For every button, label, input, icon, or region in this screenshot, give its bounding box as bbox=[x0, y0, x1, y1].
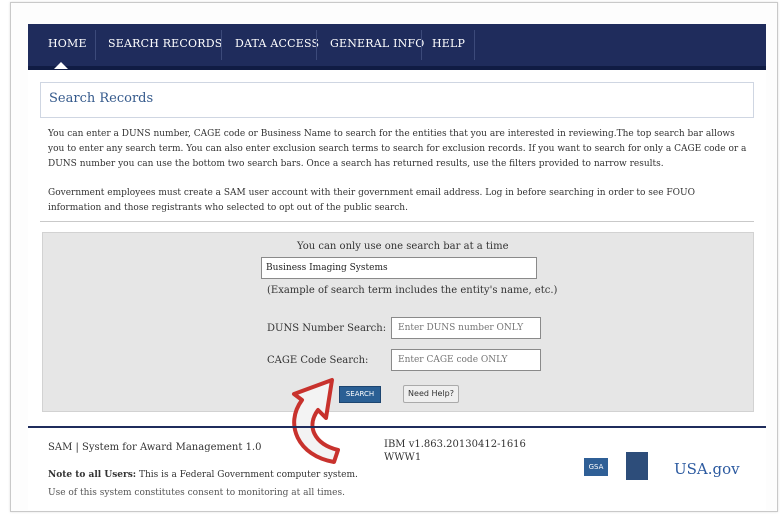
duns-search-input[interactable] bbox=[391, 317, 541, 339]
search-example-hint: (Example of search term includes the ent… bbox=[267, 285, 558, 296]
nav-help[interactable]: HELP bbox=[432, 37, 465, 55]
server-line: WWW1 bbox=[384, 452, 422, 463]
duns-label: DUNS Number Search: bbox=[267, 323, 387, 334]
usa-gov-logo-icon[interactable]: USA.gov bbox=[674, 460, 740, 478]
one-search-bar-note: You can only use one search bar at a tim… bbox=[297, 241, 509, 252]
footer-divider bbox=[28, 426, 766, 428]
section-divider bbox=[40, 221, 754, 222]
search-input[interactable] bbox=[261, 257, 537, 279]
user-notice-label: Note to all Users: bbox=[48, 470, 137, 480]
page-title: Search Records bbox=[49, 91, 154, 106]
nav-home[interactable]: HOME bbox=[48, 37, 87, 55]
nav-divider bbox=[221, 30, 222, 60]
nav-general-info[interactable]: GENERAL INFO bbox=[330, 37, 425, 55]
government-notice: Government employees must create a SAM u… bbox=[48, 188, 695, 213]
callout-arrow-icon bbox=[292, 378, 340, 464]
build-version: IBM v1.863.20130412-1616 WWW1 bbox=[384, 438, 526, 464]
gsa-logo-icon[interactable]: GSA bbox=[584, 458, 608, 476]
page-title-box: Search Records bbox=[40, 82, 754, 118]
main-nav: HOME SEARCH RECORDS DATA ACCESS GENERAL … bbox=[28, 24, 766, 70]
cage-label: CAGE Code Search: bbox=[267, 355, 369, 366]
nav-search-records[interactable]: SEARCH RECORDS bbox=[108, 37, 222, 55]
intro-text: You can enter a DUNS number, CAGE code o… bbox=[48, 129, 747, 169]
version-line: IBM v1.863.20130412-1616 bbox=[384, 439, 526, 450]
nav-divider bbox=[474, 30, 475, 60]
user-notice-text: This is a Federal Government computer sy… bbox=[136, 470, 358, 480]
seal-logo-icon[interactable] bbox=[626, 452, 648, 480]
search-panel: You can only use one search bar at a tim… bbox=[42, 232, 754, 412]
nav-divider bbox=[95, 30, 96, 60]
user-notice: Note to all Users: This is a Federal Gov… bbox=[48, 470, 358, 480]
system-name: SAM | System for Award Management 1.0 bbox=[48, 442, 262, 453]
nav-divider bbox=[316, 30, 317, 60]
need-help-button[interactable]: Need Help? bbox=[403, 385, 459, 403]
monitoring-notice: Use of this system constitutes consent t… bbox=[48, 488, 345, 498]
nav-divider bbox=[421, 30, 422, 60]
active-tab-indicator bbox=[54, 62, 68, 69]
nav-data-access[interactable]: DATA ACCESS bbox=[235, 37, 319, 55]
sam-page: HOME SEARCH RECORDS DATA ACCESS GENERAL … bbox=[28, 24, 766, 510]
cage-search-input[interactable] bbox=[391, 349, 541, 371]
